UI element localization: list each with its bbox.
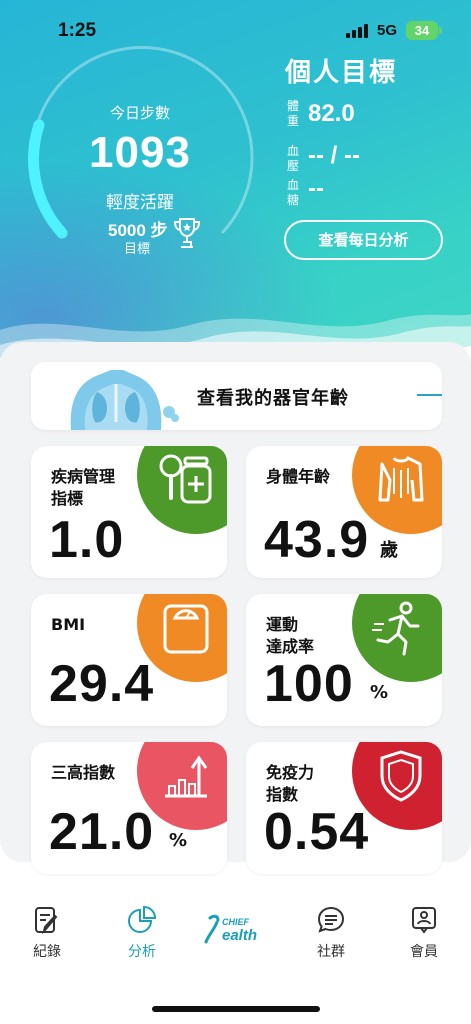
personal-goals-title: 個人目標	[285, 58, 398, 88]
member-card-icon	[412, 907, 436, 934]
card-body-age[interactable]: 身體年齡 43.9 歲	[246, 446, 442, 578]
body-organs-icon	[70, 370, 179, 430]
card-exercise-rate[interactable]: 運動 達成率 100 %	[246, 594, 442, 726]
bar-trend-icon	[165, 755, 208, 798]
pie-chart-icon	[128, 905, 157, 933]
blood-pressure-label: 血壓	[286, 144, 299, 173]
card-title: 三高指數	[51, 763, 116, 782]
trophy-icon	[173, 218, 201, 248]
scale-icon	[163, 604, 209, 654]
organ-age-text: 查看我的器官年齡	[197, 388, 349, 409]
card-title: 運動 達成率	[266, 615, 315, 656]
activity-level: 輕度活躍	[106, 193, 174, 213]
card-title: 疾病管理 指標	[51, 467, 116, 508]
network-type: 5G	[377, 22, 398, 39]
home-indicator[interactable]	[152, 1006, 320, 1012]
logo-top: CHIEF	[222, 917, 250, 927]
card-value: 29.4	[49, 655, 155, 713]
card-three-highs-index[interactable]: 三高指數 21.0 %	[31, 742, 227, 874]
tab-label: 分析	[128, 944, 156, 960]
tab-analysis[interactable]: 分析	[112, 905, 172, 961]
tab-label: 社群	[317, 944, 345, 960]
shield-icon	[380, 750, 422, 802]
card-value: 43.9	[264, 511, 370, 569]
steps-label: 今日步數	[109, 104, 170, 122]
chief-health-logo[interactable]: CHIEF ealth	[204, 912, 268, 946]
weight-value: 82.0	[308, 100, 355, 127]
status-time: 1:25	[58, 20, 97, 41]
card-disease-management[interactable]: 疾病管理 指標 1.0	[31, 446, 227, 578]
steps-count: 1093	[89, 128, 191, 177]
blood-sugar-value: --	[308, 175, 324, 202]
tab-label: 紀錄	[33, 944, 61, 960]
tab-record[interactable]: 紀錄	[17, 905, 77, 961]
blood-pressure-value: -- / --	[308, 142, 360, 169]
logo-main: ealth	[222, 927, 257, 944]
card-unit: %	[370, 682, 389, 703]
daily-analysis-button[interactable]: 查看每日分析	[284, 220, 443, 260]
step-goal-label: 目標	[124, 242, 151, 257]
signal-icon	[346, 24, 368, 38]
card-value: 1.0	[49, 511, 125, 569]
card-unit: %	[169, 830, 188, 851]
blood-sugar-label: 血糖	[286, 178, 299, 207]
arrow-right-icon	[417, 394, 442, 396]
card-immunity-index[interactable]: 免疫力 指數 0.54	[246, 742, 442, 874]
card-value: 100	[264, 655, 354, 713]
weight-label: 體重	[286, 99, 299, 128]
tab-label: 會員	[410, 944, 438, 960]
tab-community[interactable]: 社群	[301, 905, 361, 961]
card-unit: 歲	[380, 540, 398, 561]
organ-age-banner[interactable]: 查看我的器官年齡	[31, 362, 442, 430]
card-value: 0.54	[264, 803, 370, 861]
edit-note-icon	[35, 907, 58, 935]
chat-bubble-icon	[317, 906, 345, 933]
tab-member[interactable]: 會員	[394, 905, 454, 961]
card-value: 21.0	[49, 803, 155, 861]
runner-icon	[372, 601, 420, 656]
card-title: 身體年齡	[266, 467, 331, 486]
card-title: 免疫力 指數	[266, 763, 315, 804]
card-bmi[interactable]: BMI 29.4	[31, 594, 227, 726]
body-torso-icon	[378, 456, 424, 502]
medicine-magnifier-icon	[159, 454, 212, 504]
battery-icon: 34	[406, 21, 442, 40]
card-title: BMI	[51, 615, 86, 634]
